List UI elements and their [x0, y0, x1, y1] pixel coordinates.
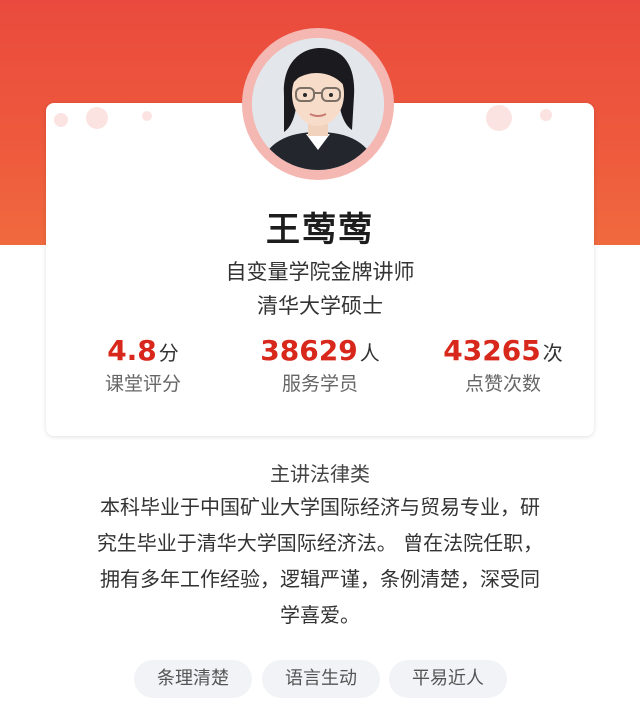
- teacher-bio: 本科毕业于中国矿业大学国际经济与贸易专业，研 究生毕业于清华大学国际经济法。 曾…: [50, 489, 590, 633]
- decor-dot: [486, 105, 512, 131]
- avatar: [252, 38, 384, 170]
- decor-dot: [540, 109, 552, 121]
- teacher-photo: [252, 38, 384, 170]
- tag-vivid: 语言生动: [262, 660, 380, 698]
- stat-rating: 4.8 分 课堂评分: [58, 334, 228, 396]
- bio-line: 拥有多年工作经验，逻辑严谨，条例清楚，深受同: [100, 567, 540, 591]
- stat-value: 38629: [260, 334, 358, 367]
- bio-line: 究生毕业于清华大学国际经济法。 曾在法院任职，: [96, 531, 544, 555]
- bio-line: 本科毕业于中国矿业大学国际经济与贸易专业，研: [100, 495, 540, 519]
- stat-label: 点赞次数: [464, 373, 541, 395]
- bio-line: 学喜爱。: [280, 603, 360, 627]
- decor-dot: [54, 113, 68, 127]
- tag-clear: 条理清楚: [134, 660, 252, 698]
- decor-dot: [142, 111, 152, 121]
- tag-approachable: 平易近人: [389, 660, 507, 698]
- teacher-name: 王莺莺: [266, 210, 374, 250]
- stat-value: 43265: [443, 334, 541, 367]
- teaching-subject: 主讲法律类: [270, 462, 370, 486]
- decor-dot: [86, 107, 108, 129]
- teacher-title: 自变量学院金牌讲师: [225, 260, 415, 284]
- stat-value: 4.8: [107, 334, 157, 367]
- stat-label: 课堂评分: [104, 373, 181, 395]
- stat-likes: 43265 次 点赞次数: [418, 334, 588, 396]
- stat-unit: 次: [542, 341, 563, 365]
- stat-unit: 分: [158, 341, 179, 365]
- teacher-degree: 清华大学硕士: [257, 294, 383, 318]
- stat-students: 38629 人 服务学员: [235, 334, 405, 396]
- stat-label: 服务学员: [281, 373, 358, 395]
- stat-unit: 人: [359, 341, 380, 365]
